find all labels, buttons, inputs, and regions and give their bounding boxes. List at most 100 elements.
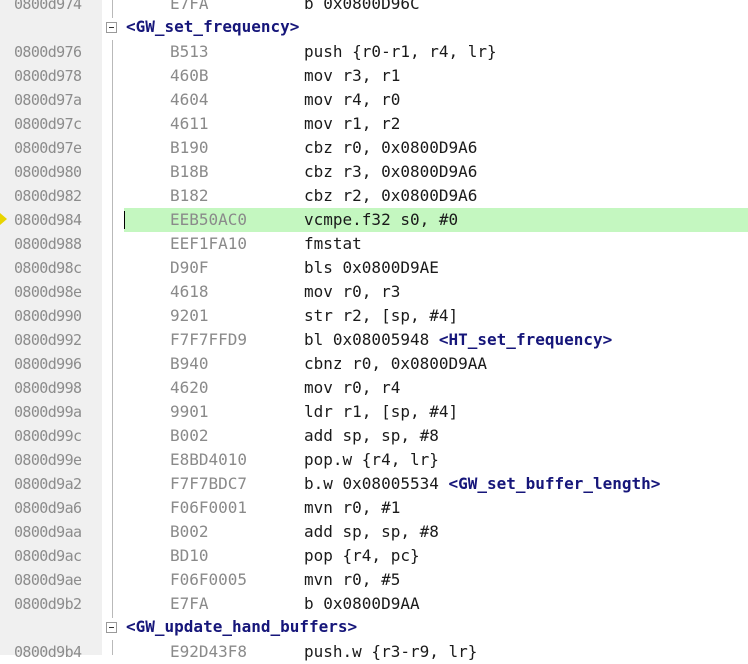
mnemonic: push {r0-r1, r4, lr}	[304, 42, 497, 61]
instruction-text: mov r4, r0	[304, 90, 400, 110]
instruction-row[interactable]: 0800d976 B513 push {r0-r1, r4, lr}	[0, 40, 748, 64]
instruction-address[interactable]: 0800d976	[14, 42, 82, 62]
instruction-text: push {r0-r1, r4, lr}	[304, 42, 497, 62]
mnemonic: cbz r2, 0x0800D9A6	[304, 186, 478, 205]
instruction-row[interactable]: 0800d99c B002 add sp, sp, #8	[0, 424, 748, 448]
instruction-address[interactable]: 0800d97a	[14, 90, 82, 110]
instruction-text: mov r0, r3	[304, 282, 400, 302]
instruction-text: bls 0x0800D9AE	[304, 258, 439, 278]
instruction-address[interactable]: 0800d9b2	[14, 594, 82, 614]
opcode-bytes: F06F0005	[170, 570, 248, 589]
mnemonic: mvn r0, #5	[304, 570, 401, 589]
instruction-text: bl 0x08005948 <HT_set_frequency>	[304, 330, 612, 350]
instruction-text: b.w 0x08005534 <GW_set_buffer_length>	[304, 474, 660, 494]
opcode-bytes: B002	[170, 522, 209, 541]
instruction-row[interactable]: 0800d978 460B mov r3, r1	[0, 64, 748, 88]
instruction-address[interactable]: 0800d990	[14, 306, 82, 326]
opcode-bytes: B190	[170, 138, 209, 157]
mnemonic: b 0x0800D9AA	[304, 594, 420, 613]
instruction-text: b 0x0800D9AA	[304, 594, 420, 614]
instruction-address[interactable]: 0800d9aa	[14, 522, 82, 542]
mnemonic: mov r4, r0	[304, 90, 401, 109]
opcode-bytes: B513	[170, 42, 209, 61]
instruction-address[interactable]: 0800d988	[14, 234, 82, 254]
instruction-text: fmstat	[304, 234, 362, 254]
instruction-row[interactable]: 0800d97a 4604 mov r4, r0	[0, 88, 748, 112]
instruction-address[interactable]: 0800d984	[14, 210, 82, 230]
instruction-address[interactable]: 0800d99e	[14, 450, 82, 470]
mnemonic: mov r3, r1	[304, 66, 401, 85]
instruction-row[interactable]: 0800d99a 9901 ldr r1, [sp, #4]	[0, 400, 748, 424]
mnemonic: fmstat	[304, 234, 362, 253]
current-instruction-row[interactable]: 0800d984 EEB50AC0 vcmpe.f32 s0, #0	[0, 208, 748, 232]
instruction-row[interactable]: 0800d97c 4611 mov r1, r2	[0, 112, 748, 136]
function-label-row[interactable]: <GW_update_hand_buffers>	[0, 616, 748, 640]
mnemonic: b.w 0x08005534	[304, 474, 439, 493]
instruction-row[interactable]: 0800d992 F7F7FFD9 bl 0x08005948 <HT_set_fr…	[0, 328, 748, 352]
instruction-address[interactable]: 0800d9ae	[14, 570, 82, 590]
instruction-text: str r2, [sp, #4]	[304, 306, 458, 326]
instruction-address[interactable]: 0800d980	[14, 162, 82, 182]
instruction-address[interactable]: 0800d974	[14, 0, 82, 14]
instruction-address[interactable]: 0800d97c	[14, 114, 82, 134]
instruction-row[interactable]: 0800d98c D90F bls 0x0800D9AE	[0, 256, 748, 280]
mnemonic: ldr r1, [sp, #4]	[304, 402, 459, 421]
instruction-address[interactable]: 0800d98c	[14, 258, 82, 278]
instruction-row[interactable]: 0800d982 B182 cbz r2, 0x0800D9A6	[0, 184, 748, 208]
instruction-address[interactable]: 0800d998	[14, 378, 82, 398]
branch-target-symbol[interactable]: <HT_set_frequency>	[439, 330, 612, 349]
instruction-row[interactable]: 0800d9b2 E7FA b 0x0800D9AA	[0, 592, 748, 616]
instruction-address[interactable]: 0800d9ac	[14, 546, 82, 566]
instruction-text: pop.w {r4, lr}	[304, 450, 439, 470]
instruction-row[interactable]: 0800d99e E8BD4010 pop.w {r4, lr}	[0, 448, 748, 472]
text-cursor	[124, 211, 125, 229]
instruction-row[interactable]: 0800d996 B940 cbnz r0, 0x0800D9AA	[0, 352, 748, 376]
instruction-row[interactable]: 0800d974 E7FA b 0x0800D96C	[0, 0, 748, 16]
instruction-row[interactable]: 0800d998 4620 mov r0, r4	[0, 376, 748, 400]
instruction-address[interactable]: 0800d9a6	[14, 498, 82, 518]
instruction-row[interactable]: 0800d9b4 E92D43F8 push.w {r3-r9, lr}	[0, 640, 748, 664]
instruction-row[interactable]: 0800d980 B18B cbz r3, 0x0800D9A6	[0, 160, 748, 184]
collapse-toggle-icon[interactable]	[106, 22, 117, 33]
instruction-address[interactable]: 0800d996	[14, 354, 82, 374]
instruction-address[interactable]: 0800d982	[14, 186, 82, 206]
branch-target-symbol[interactable]: <GW_set_buffer_length>	[449, 474, 661, 493]
opcode-bytes: B18B	[170, 162, 209, 181]
opcode-bytes: BD10	[170, 546, 209, 565]
instruction-row[interactable]: 0800d9a6 F06F0001 mvn r0, #1	[0, 496, 748, 520]
mnemonic: pop {r4, pc}	[304, 546, 420, 565]
instruction-row[interactable]: 0800d9ac BD10 pop {r4, pc}	[0, 544, 748, 568]
instruction-text: mov r1, r2	[304, 114, 400, 134]
instruction-address[interactable]: 0800d97e	[14, 138, 82, 158]
opcode-bytes: 460B	[170, 66, 209, 85]
instruction-row[interactable]: 0800d97e B190 cbz r0, 0x0800D9A6	[0, 136, 748, 160]
instruction-row[interactable]: 0800d990 9201 str r2, [sp, #4]	[0, 304, 748, 328]
instruction-row[interactable]: 0800d9ae F06F0005 mvn r0, #5	[0, 568, 748, 592]
instruction-row[interactable]: 0800d98e 4618 mov r0, r3	[0, 280, 748, 304]
mnemonic: add sp, sp, #8	[304, 426, 439, 445]
instruction-address[interactable]: 0800d9b4	[14, 642, 82, 662]
opcode-bytes: 9201	[170, 306, 209, 325]
instruction-row[interactable]: 0800d988 EEF1FA10 fmstat	[0, 232, 748, 256]
instruction-address[interactable]: 0800d98e	[14, 282, 82, 302]
opcode-bytes: EEB50AC0	[170, 210, 248, 229]
instruction-row[interactable]: 0800d9aa B002 add sp, sp, #8	[0, 520, 748, 544]
execution-pointer-icon	[0, 213, 7, 225]
opcode-bytes: E92D43F8	[170, 642, 248, 661]
mnemonic: bls 0x0800D9AE	[304, 258, 439, 277]
instruction-address[interactable]: 0800d99c	[14, 426, 82, 446]
mnemonic: bl 0x08005948	[304, 330, 430, 349]
instruction-text: ldr r1, [sp, #4]	[304, 402, 458, 422]
opcode-bytes: B940	[170, 354, 209, 373]
instruction-text: add sp, sp, #8	[304, 426, 439, 446]
instruction-address[interactable]: 0800d978	[14, 66, 82, 86]
instruction-address[interactable]: 0800d9a2	[14, 474, 82, 494]
function-label-row[interactable]: <GW_set_frequency>	[0, 16, 748, 40]
instruction-address[interactable]: 0800d99a	[14, 402, 82, 422]
instruction-row[interactable]: 0800d9a2 F7F7BDC7 b.w 0x08005534 <GW_set_b…	[0, 472, 748, 496]
instruction-text: mov r3, r1	[304, 66, 400, 86]
instruction-text: mvn r0, #5	[304, 570, 400, 590]
instruction-address[interactable]: 0800d992	[14, 330, 82, 350]
collapse-toggle-icon[interactable]	[106, 622, 117, 633]
opcode-bytes: F7F7BDC7	[170, 474, 248, 493]
